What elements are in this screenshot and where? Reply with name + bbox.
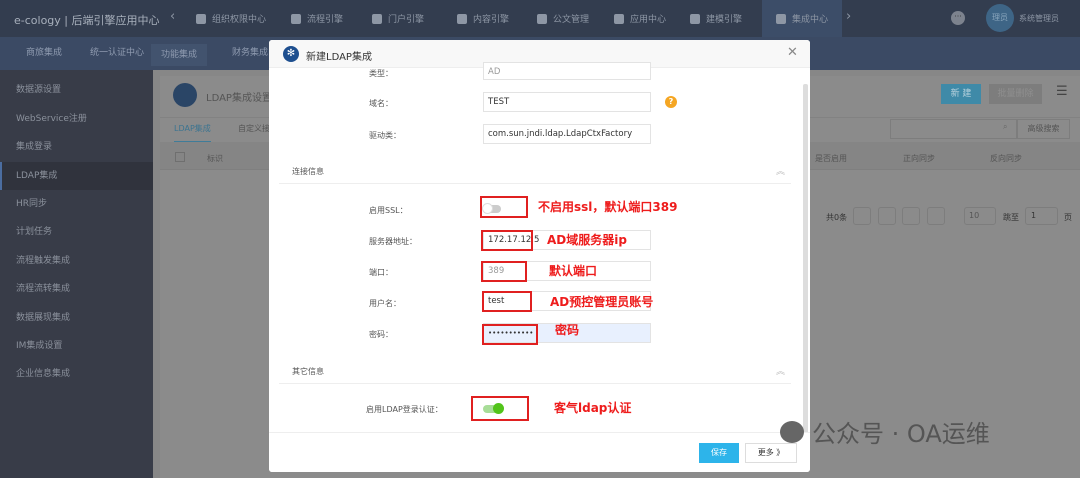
nav-app[interactable]: 应用中心	[614, 0, 666, 37]
server-label: 服务器地址：	[369, 237, 417, 246]
annotation-box	[480, 196, 528, 218]
nav-integration[interactable]: 集成中心	[762, 0, 843, 37]
nav-model[interactable]: 建模引擎	[690, 0, 742, 37]
sidebar-item[interactable]: HR同步	[0, 190, 153, 218]
jump-label: 跳至	[1003, 213, 1019, 222]
ssl-label: 启用SSL：	[369, 206, 408, 215]
user-name[interactable]: 系统管理员	[1019, 13, 1059, 24]
document-icon	[457, 13, 467, 24]
annotation: AD域服务器ip	[547, 233, 627, 247]
sidebar-item[interactable]: 数据展现集成	[0, 304, 153, 332]
section-connection[interactable]: 连接信息 ︽	[279, 158, 791, 184]
help-icon[interactable]: ?	[665, 96, 677, 108]
nav-doc[interactable]: 公文管理	[537, 0, 589, 37]
subnav-function[interactable]: 功能集成	[151, 44, 208, 66]
sidebar: 数据源设置 WebService注册 集成登录 LDAP集成 HR同步 计划任务…	[0, 70, 153, 478]
integration-logo-icon	[173, 83, 197, 107]
type-select[interactable]: AD	[483, 62, 651, 80]
watermark: 公众号 · OA运维	[780, 414, 990, 449]
integration-logo-icon: ✻	[283, 46, 299, 62]
more-icon[interactable]: ···	[951, 11, 965, 25]
annotation: AD预控管理员账号	[550, 295, 654, 309]
annotation: 不启用ssl，默认端口389	[538, 200, 678, 214]
advanced-search-button[interactable]: 高级搜索	[1017, 119, 1070, 139]
nav-workflow[interactable]: 流程引擎	[291, 0, 343, 37]
last-page-button[interactable]	[927, 207, 945, 225]
chevron-left-icon[interactable]: ‹	[170, 9, 175, 24]
save-button[interactable]: 保存	[699, 443, 739, 463]
search-icon[interactable]: ⌕	[1003, 122, 1007, 132]
annotation: 密码	[555, 323, 580, 337]
portal-icon	[372, 13, 382, 24]
total-count: 共0条	[826, 213, 848, 222]
nav-content[interactable]: 内容引擎	[457, 0, 509, 37]
shield-icon	[196, 13, 206, 24]
sidebar-item[interactable]: 集成登录	[0, 133, 153, 161]
sidebar-item-ldap[interactable]: LDAP集成	[0, 162, 153, 190]
annotation: 默认端口	[549, 264, 598, 278]
sidebar-item[interactable]: IM集成设置	[0, 332, 153, 360]
first-page-button[interactable]	[853, 207, 871, 225]
annotation-box	[481, 261, 527, 282]
column-header: 标识	[207, 154, 223, 163]
list-menu-icon[interactable]: ☰	[1056, 84, 1068, 99]
close-icon[interactable]: ✕	[787, 45, 798, 60]
avatar[interactable]: 理员	[986, 4, 1014, 32]
select-all-checkbox[interactable]	[175, 152, 185, 162]
sidebar-item[interactable]: 计划任务	[0, 218, 153, 246]
page-size-select[interactable]: 10	[964, 207, 996, 225]
subnav-auth[interactable]: 统一认证中心	[80, 37, 154, 70]
page-input[interactable]: 1	[1025, 207, 1058, 225]
integration-icon	[776, 13, 786, 24]
column-header: 正向同步	[903, 154, 935, 163]
port-label: 端口：	[369, 268, 393, 277]
collapse-icon[interactable]: ︽	[776, 164, 785, 177]
domain-label: 域名：	[369, 99, 393, 108]
password-label: 密码：	[369, 330, 393, 339]
ldap-login-label: 启用LDAP登录认证：	[366, 405, 443, 414]
workflow-icon	[291, 13, 301, 24]
cube-icon	[690, 13, 700, 24]
modal-title: 新建LDAP集成	[306, 52, 372, 63]
column-header: 是否启用	[815, 154, 847, 163]
document-icon	[537, 13, 547, 24]
column-header: 反向同步	[990, 154, 1022, 163]
annotation-box	[482, 291, 532, 312]
chevron-right-icon[interactable]: ›	[846, 9, 851, 24]
sidebar-item[interactable]: WebService注册	[0, 105, 153, 133]
domain-input[interactable]: TEST	[483, 92, 651, 112]
search-input[interactable]	[890, 119, 1017, 139]
batch-delete-button[interactable]: 批量删除	[989, 84, 1042, 104]
sidebar-item[interactable]: 流程流转集成	[0, 275, 153, 303]
type-label: 类型：	[369, 69, 393, 78]
nav-org[interactable]: 组织权限中心	[196, 0, 266, 37]
nav-portal[interactable]: 门户引擎	[372, 0, 424, 37]
annotation-box	[471, 396, 529, 421]
scrollbar[interactable]	[803, 84, 808, 464]
sidebar-item[interactable]: 数据源设置	[0, 76, 153, 104]
driver-input[interactable]: com.sun.jndi.ldap.LdapCtxFactory	[483, 124, 651, 144]
tab-ldap[interactable]: LDAP集成	[174, 123, 211, 143]
annotation-box	[482, 324, 538, 345]
annotation-box	[481, 230, 533, 251]
new-ldap-modal: ✻ 新建LDAP集成 ✕ 类型： AD 域名： TEST ? 驱动类： com.…	[269, 40, 810, 472]
subnav-travel[interactable]: 商旅集成	[16, 37, 72, 70]
wechat-icon	[780, 420, 804, 443]
tab-custom[interactable]: 自定义接	[238, 123, 270, 134]
page-title: LDAP集成设置	[206, 93, 272, 104]
new-button[interactable]: 新 建	[941, 84, 981, 104]
app-title: e-cology | 后端引擎应用中心	[14, 14, 160, 27]
username-label: 用户名：	[369, 299, 401, 308]
apps-icon	[614, 13, 624, 24]
driver-label: 驱动类：	[369, 131, 401, 140]
page-unit: 页	[1064, 213, 1072, 222]
sidebar-item[interactable]: 企业信息集成	[0, 360, 153, 388]
collapse-icon[interactable]: ︽	[776, 364, 785, 377]
section-other[interactable]: 其它信息 ︽	[279, 358, 791, 384]
annotation: 客气ldap认证	[554, 401, 632, 415]
next-page-button[interactable]	[902, 207, 920, 225]
prev-page-button[interactable]	[878, 207, 896, 225]
sidebar-item[interactable]: 流程触发集成	[0, 247, 153, 275]
